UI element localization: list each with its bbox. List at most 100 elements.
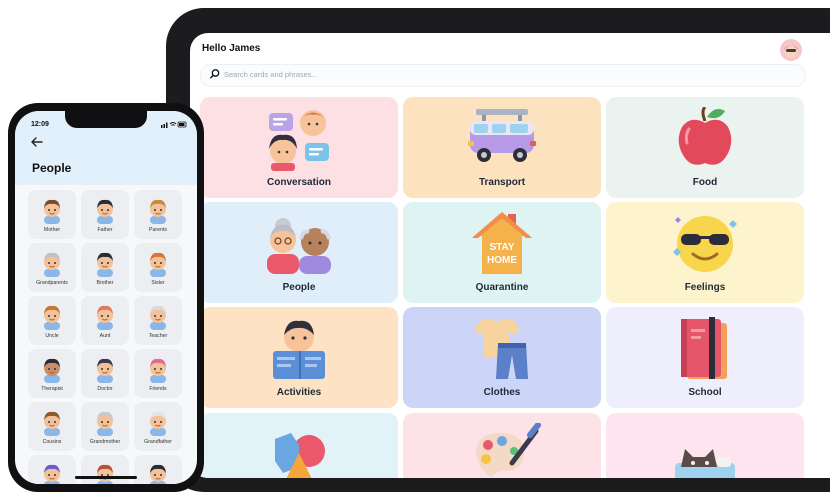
category-tile-quarantine[interactable]: STAY HOME Quarantine	[403, 202, 601, 303]
conversation-icon	[269, 110, 329, 171]
category-tile-food[interactable]: Food	[606, 97, 804, 198]
signal-wifi-battery-icon	[161, 121, 187, 128]
person-card[interactable]: Friends	[134, 349, 182, 398]
person-face-icon	[97, 305, 113, 330]
clothes-icon	[474, 319, 528, 379]
person-face-icon	[150, 199, 166, 224]
person-card-label: Brother	[96, 280, 114, 286]
home-indicator	[75, 476, 137, 479]
tile-label: People	[282, 282, 316, 293]
person-card-label: Grandfather	[144, 439, 172, 445]
search-bar[interactable]: Search cards and phrases...	[200, 64, 806, 87]
svg-text:STAY: STAY	[489, 242, 514, 253]
person-card-label: Parents	[149, 227, 167, 233]
profile-avatar[interactable]	[780, 39, 802, 61]
tile-label: Conversation	[267, 177, 331, 188]
person-card-label: Grandmother	[89, 439, 121, 445]
phone-notch	[65, 111, 147, 128]
category-tile-conversation[interactable]: Conversation	[200, 97, 398, 198]
person-face-icon	[150, 305, 166, 330]
status-icons	[161, 121, 187, 130]
sunglasses-emoji-icon	[673, 216, 737, 272]
category-tile-clothes[interactable]: Clothes	[403, 307, 601, 408]
shapes-icon	[275, 433, 325, 478]
person-face-icon	[97, 464, 113, 484]
person-card[interactable]	[28, 455, 76, 484]
person-face-icon	[97, 358, 113, 383]
notebook-icon	[681, 317, 727, 379]
person-face-icon	[44, 358, 60, 383]
tile-label: Clothes	[483, 387, 521, 398]
person-card-label: Grandparents	[36, 280, 68, 286]
person-card-label: Doctor	[97, 386, 113, 392]
person-card[interactable]: Grandparents	[28, 243, 76, 292]
person-face-icon	[44, 464, 60, 484]
phone-screen: 12:09 People Mother Father Parents Grandpar…	[15, 111, 197, 484]
tile-label: Transport	[478, 177, 526, 188]
person-face-icon	[44, 199, 60, 224]
category-tile-art[interactable]	[403, 413, 601, 478]
tile-label: Food	[692, 177, 718, 188]
person-card-label: Father	[97, 227, 113, 233]
person-face-icon	[44, 305, 60, 330]
phone-device: 12:09 People Mother Father Parents Grandpar…	[8, 103, 204, 492]
person-face-icon	[44, 411, 60, 436]
category-tile-transport[interactable]: Transport	[403, 97, 601, 198]
person-card[interactable]	[81, 455, 129, 484]
person-card[interactable]: Cousins	[28, 402, 76, 451]
person-card-label: Therapist	[41, 386, 63, 392]
person-face-icon	[97, 199, 113, 224]
cat-icon	[675, 449, 735, 478]
apple-icon	[678, 107, 732, 165]
person-face-icon	[150, 358, 166, 383]
person-face-icon	[150, 411, 166, 436]
person-card[interactable]: Brother	[81, 243, 129, 292]
stay-home-icon: STAY HOME	[472, 212, 532, 274]
svg-text:HOME: HOME	[487, 255, 517, 266]
grandparents-icon	[267, 218, 331, 274]
person-card[interactable]: Grandmother	[81, 402, 129, 451]
tile-label: Feelings	[684, 282, 726, 293]
van-icon	[468, 109, 536, 162]
category-tile-school[interactable]: School	[606, 307, 804, 408]
tile-label: School	[688, 387, 722, 398]
person-card[interactable]: Therapist	[28, 349, 76, 398]
category-tile-shapes[interactable]	[200, 413, 398, 478]
person-card[interactable]: Uncle	[28, 296, 76, 345]
person-card[interactable]: Mother	[28, 190, 76, 239]
category-tile-feelings[interactable]: Feelings	[606, 202, 804, 303]
person-card-label: Mother	[43, 227, 61, 233]
person-card-label: Sister	[151, 280, 165, 286]
tablet-device: Hello James Search cards and phrases...	[166, 8, 830, 492]
tile-label: Quarantine	[475, 282, 529, 293]
person-card-label: Aunt	[99, 333, 111, 339]
person-card[interactable]: Grandfather	[134, 402, 182, 451]
category-tile-activities[interactable]: Activities	[200, 307, 398, 408]
person-card-label: Uncle	[45, 333, 59, 339]
person-face-icon	[97, 411, 113, 436]
avatar-face-icon	[784, 45, 798, 58]
greeting-title: Hello James	[202, 43, 261, 54]
person-card[interactable]: Father	[81, 190, 129, 239]
person-face-icon	[150, 252, 166, 277]
person-card[interactable]: Doctor	[81, 349, 129, 398]
status-time: 12:09	[31, 121, 49, 128]
person-card-label: Friends	[149, 386, 167, 392]
person-card[interactable]	[134, 455, 182, 484]
person-face-icon	[97, 252, 113, 277]
category-tile-pets[interactable]	[606, 413, 804, 478]
paint-palette-icon	[476, 423, 541, 477]
search-icon	[210, 69, 220, 79]
category-tile-people[interactable]: People	[200, 202, 398, 303]
person-card[interactable]: Aunt	[81, 296, 129, 345]
person-card[interactable]: Parents	[134, 190, 182, 239]
page-title: People	[32, 161, 72, 175]
person-card[interactable]: Teacher	[134, 296, 182, 345]
back-arrow-icon[interactable]	[31, 137, 43, 149]
person-card[interactable]: Sister	[134, 243, 182, 292]
person-face-icon	[150, 464, 166, 484]
search-placeholder: Search cards and phrases...	[224, 70, 318, 79]
person-face-icon	[44, 252, 60, 277]
reading-kid-icon	[273, 320, 325, 379]
person-card-label: Teacher	[148, 333, 168, 339]
